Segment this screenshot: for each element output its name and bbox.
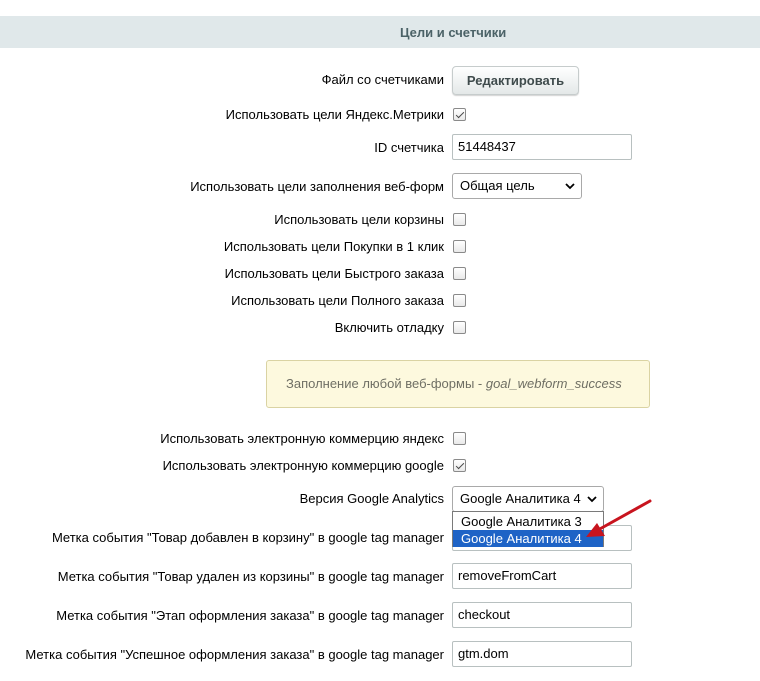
chevron-down-icon <box>565 183 575 190</box>
quick-order-goals-checkbox[interactable] <box>453 267 466 280</box>
ga-version-label: Версия Google Analytics <box>299 491 444 506</box>
settings-page: Цели и счетчики Файл со счетчиками Редак… <box>0 0 760 681</box>
debug-label: Включить отладку <box>334 320 444 335</box>
gtm-order-success-label: Метка события "Успешное оформления заказ… <box>25 647 444 662</box>
webform-goals-selected: Общая цель <box>460 178 535 193</box>
google-ecommerce-checkbox[interactable] <box>453 459 466 472</box>
counter-id-label: ID счетчика <box>374 140 444 155</box>
full-order-goals-label: Использовать цели Полного заказа <box>231 293 444 308</box>
gtm-checkout-label: Метка события "Этап оформления заказа" в… <box>56 608 444 623</box>
gtm-add-to-cart-label: Метка события "Товар добавлен в корзину"… <box>51 530 444 545</box>
yandex-ecommerce-label: Использовать электронную коммерцию яндек… <box>160 431 444 446</box>
basket-goals-checkbox[interactable] <box>453 213 466 226</box>
webform-goals-select[interactable]: Общая цель <box>452 173 582 199</box>
basket-goals-label: Использовать цели корзины <box>274 212 444 227</box>
google-ecommerce-label: Использовать электронную коммерцию googl… <box>162 458 444 473</box>
webform-goals-label: Использовать цели заполнения веб-форм <box>190 179 444 194</box>
hint-box: Заполнение любой веб-формы - goal_webfor… <box>266 360 650 408</box>
one-click-goals-checkbox[interactable] <box>453 240 466 253</box>
section-title: Цели и счетчики <box>400 25 507 40</box>
full-order-goals-checkbox[interactable] <box>453 294 466 307</box>
one-click-goals-label: Использовать цели Покупки в 1 клик <box>223 239 444 254</box>
counters-file-label: Файл со счетчиками <box>321 72 444 87</box>
edit-counters-button[interactable]: Редактировать <box>452 66 579 95</box>
annotation-arrow-icon <box>586 499 652 537</box>
gtm-remove-from-cart-input[interactable]: removeFromCart <box>452 563 632 589</box>
use-metrika-goals-label: Использовать цели Яндекс.Метрики <box>225 107 444 122</box>
section-header: Цели и счетчики <box>0 16 760 48</box>
hint-code: goal_webform_success <box>485 376 622 391</box>
yandex-ecommerce-checkbox[interactable] <box>453 432 466 445</box>
counter-id-input[interactable]: 51448437 <box>452 134 632 160</box>
ga-version-selected: Google Аналитика 4 <box>460 491 581 506</box>
debug-checkbox[interactable] <box>453 321 466 334</box>
hint-text: Заполнение любой веб-формы - <box>286 376 486 391</box>
quick-order-goals-label: Использовать цели Быстрого заказа <box>224 266 444 281</box>
use-metrika-goals-checkbox[interactable] <box>453 108 466 121</box>
gtm-order-success-input[interactable]: gtm.dom <box>452 641 632 667</box>
gtm-remove-from-cart-label: Метка события "Товар удален из корзины" … <box>57 569 444 584</box>
gtm-checkout-input[interactable]: checkout <box>452 602 632 628</box>
